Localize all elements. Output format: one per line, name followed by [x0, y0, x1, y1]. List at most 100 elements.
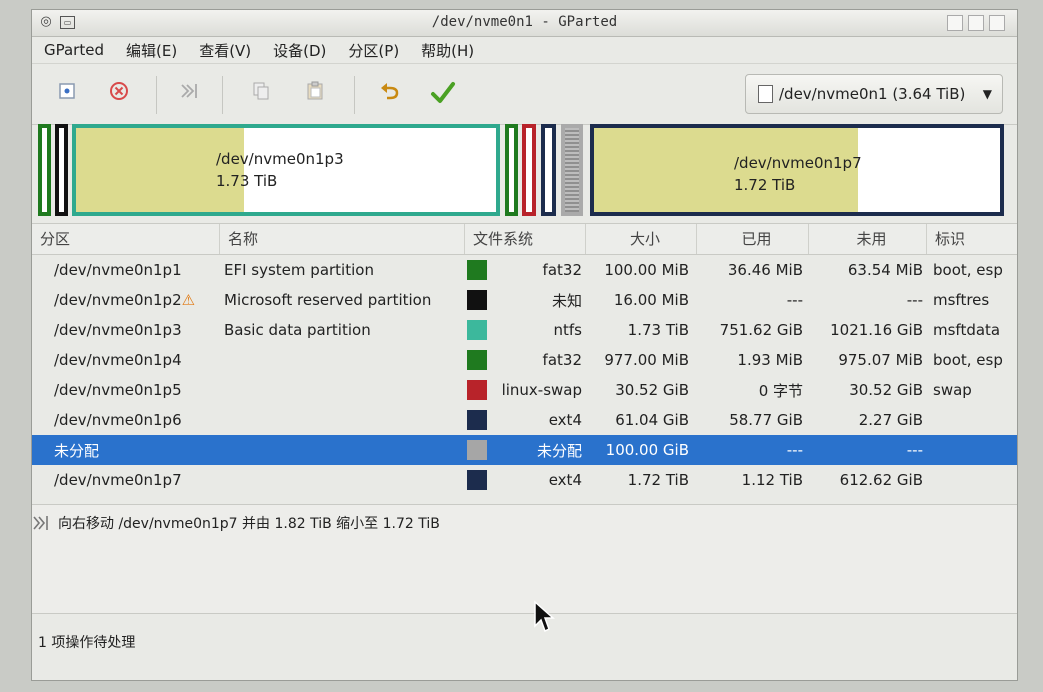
unused-cell: 2.27 GiB: [858, 411, 923, 429]
menu-device[interactable]: 设备(D): [273, 40, 326, 61]
resize-move-button[interactable]: [174, 80, 204, 110]
name-cell: EFI system partition: [224, 261, 374, 279]
paste-button[interactable]: [300, 80, 330, 110]
size-cell: 100.00 MiB: [604, 261, 689, 279]
menu-partition[interactable]: 分区(P): [348, 40, 399, 61]
table-row-devnvme0n1p2[interactable]: /dev/nvme0n1p2⚠ Microsoft reserved parti…: [32, 285, 1017, 315]
menu-help[interactable]: 帮助(H): [421, 40, 474, 61]
filesystem-label: 未知: [551, 291, 582, 310]
filesystem-cell: 未知: [465, 290, 586, 311]
pending-operations-list: 向右移动 /dev/nvme0n1p7 并由 1.82 TiB 缩小至 1.72…: [32, 504, 1017, 614]
partition-cell: /dev/nvme0n1p2⚠: [32, 291, 220, 309]
used-cell: 0 字节: [758, 381, 803, 400]
filesystem-color-swatch: [467, 410, 487, 430]
used-cell: ---: [786, 291, 803, 309]
filesystem-label: linux-swap: [501, 381, 582, 399]
column-header-size[interactable]: 大小: [586, 224, 697, 254]
unused-cell: 30.52 GiB: [849, 381, 923, 399]
size-cell: 100.00 GiB: [605, 441, 689, 459]
partition-path: /dev/nvme0n1p6: [54, 411, 182, 429]
column-header-filesystem[interactable]: 文件系统: [465, 224, 586, 254]
partition-block-p7[interactable]: /dev/nvme0n1p7 1.72 TiB: [590, 124, 1004, 216]
delete-partition-button[interactable]: [104, 80, 134, 110]
device-selector-label: /dev/nvme0n1 (3.64 TiB): [779, 85, 966, 103]
size-cell: 977.00 MiB: [604, 351, 689, 369]
close-button[interactable]: [989, 15, 1005, 31]
partition-path: /dev/nvme0n1p4: [54, 351, 182, 369]
flags-cell: boot, esp: [933, 351, 1003, 369]
device-selector[interactable]: /dev/nvme0n1 (3.64 TiB) ▼: [745, 74, 1003, 114]
toolbar-separator: [354, 76, 355, 114]
table-row-unallocated[interactable]: 未分配 未分配 100.00 GiB --- ---: [32, 435, 1017, 465]
partition-block-p6[interactable]: [541, 124, 556, 216]
filesystem-cell: fat32: [465, 350, 586, 370]
name-cell: Microsoft reserved partition: [224, 291, 432, 309]
partition-path: /dev/nvme0n1p2: [54, 291, 182, 309]
table-row-devnvme0n1p4[interactable]: /dev/nvme0n1p4 fat32 977.00 MiB 1.93 MiB…: [32, 345, 1017, 375]
flags-cell: msftdata: [933, 321, 1001, 339]
column-header-used[interactable]: 已用: [697, 224, 809, 254]
apply-button[interactable]: [428, 80, 458, 110]
partition-label: /dev/nvme0n1p7 1.72 TiB: [734, 152, 862, 196]
paste-icon: [307, 81, 323, 100]
filesystem-cell: ntfs: [465, 320, 586, 340]
filesystem-color-swatch: [467, 350, 487, 370]
unused-cell: 63.54 MiB: [847, 261, 923, 279]
partition-block-p2[interactable]: [55, 124, 68, 216]
partition-block-p1[interactable]: [38, 124, 51, 216]
chevron-down-icon: ▼: [982, 87, 992, 101]
flags-cell: msftres: [933, 291, 990, 309]
unused-cell: ---: [906, 291, 923, 309]
new-partition-icon: [59, 83, 75, 99]
menu-view[interactable]: 查看(V): [199, 40, 251, 61]
partition-name: /dev/nvme0n1p7: [734, 154, 862, 172]
used-cell: 751.62 GiB: [719, 321, 803, 339]
window-title: /dev/nvme0n1 - GParted: [431, 14, 618, 30]
column-header-flags[interactable]: 标识: [927, 224, 1017, 254]
partition-cell: /dev/nvme0n1p4: [32, 351, 220, 369]
minimize-button[interactable]: [947, 15, 963, 31]
title-bar: ◎ ▭ /dev/nvme0n1 - GParted: [32, 10, 1017, 37]
table-row-devnvme0n1p3[interactable]: /dev/nvme0n1p3 Basic data partition ntfs…: [32, 315, 1017, 345]
partition-cell: /dev/nvme0n1p3: [32, 321, 220, 339]
filesystem-cell: ext4: [465, 470, 586, 490]
operation-text: 向右移动 /dev/nvme0n1p7 并由 1.82 TiB 缩小至 1.72…: [58, 516, 440, 532]
table-header: 分区 名称 文件系统 大小 已用 未用 标识: [32, 223, 1017, 255]
table-row-devnvme0n1p7[interactable]: /dev/nvme0n1p7 ext4 1.72 TiB 1.12 TiB 61…: [32, 465, 1017, 495]
column-header-unused[interactable]: 未用: [809, 224, 927, 254]
partition-path: /dev/nvme0n1p1: [54, 261, 182, 279]
copy-button[interactable]: [246, 80, 276, 110]
column-header-partition[interactable]: 分区: [32, 224, 220, 254]
status-bar-text: 1 项操作待处理: [38, 635, 136, 651]
partition-size: 1.72 TiB: [734, 176, 796, 194]
partition-size: 1.73 TiB: [216, 172, 278, 190]
disk-icon: [758, 85, 773, 103]
undo-button[interactable]: [375, 80, 405, 110]
filesystem-label: fat32: [542, 351, 582, 369]
partition-block-p5[interactable]: [522, 124, 536, 216]
filesystem-label: ntfs: [553, 321, 582, 339]
resize-move-icon: [33, 516, 48, 530]
unused-cell: 975.07 MiB: [838, 351, 923, 369]
size-cell: 61.04 GiB: [615, 411, 689, 429]
partition-cell: 未分配: [32, 440, 220, 461]
table-row-devnvme0n1p6[interactable]: /dev/nvme0n1p6 ext4 61.04 GiB 58.77 GiB …: [32, 405, 1017, 435]
filesystem-cell: fat32: [465, 260, 586, 280]
unallocated-block[interactable]: [561, 124, 583, 216]
partition-block-p3[interactable]: /dev/nvme0n1p3 1.73 TiB: [72, 124, 500, 216]
partition-label: /dev/nvme0n1p3 1.73 TiB: [216, 148, 344, 192]
menu-edit[interactable]: 编辑(E): [126, 40, 177, 61]
gparted-window: ◎ ▭ /dev/nvme0n1 - GParted GParted 编辑(E)…: [31, 9, 1018, 681]
table-row-devnvme0n1p1[interactable]: /dev/nvme0n1p1 EFI system partition fat3…: [32, 255, 1017, 285]
operation-item[interactable]: 向右移动 /dev/nvme0n1p7 并由 1.82 TiB 缩小至 1.72…: [32, 513, 440, 533]
maximize-button[interactable]: [968, 15, 984, 31]
partition-block-p4[interactable]: [505, 124, 518, 216]
delete-icon: [110, 82, 128, 100]
window-controls: [947, 15, 1005, 31]
mouse-cursor-icon: [534, 600, 555, 633]
menu-gparted[interactable]: GParted: [44, 41, 104, 59]
flags-cell: swap: [933, 381, 972, 399]
column-header-name[interactable]: 名称: [220, 224, 465, 254]
new-partition-button[interactable]: [52, 80, 82, 110]
table-row-devnvme0n1p5[interactable]: /dev/nvme0n1p5 linux-swap 30.52 GiB 0 字节…: [32, 375, 1017, 405]
